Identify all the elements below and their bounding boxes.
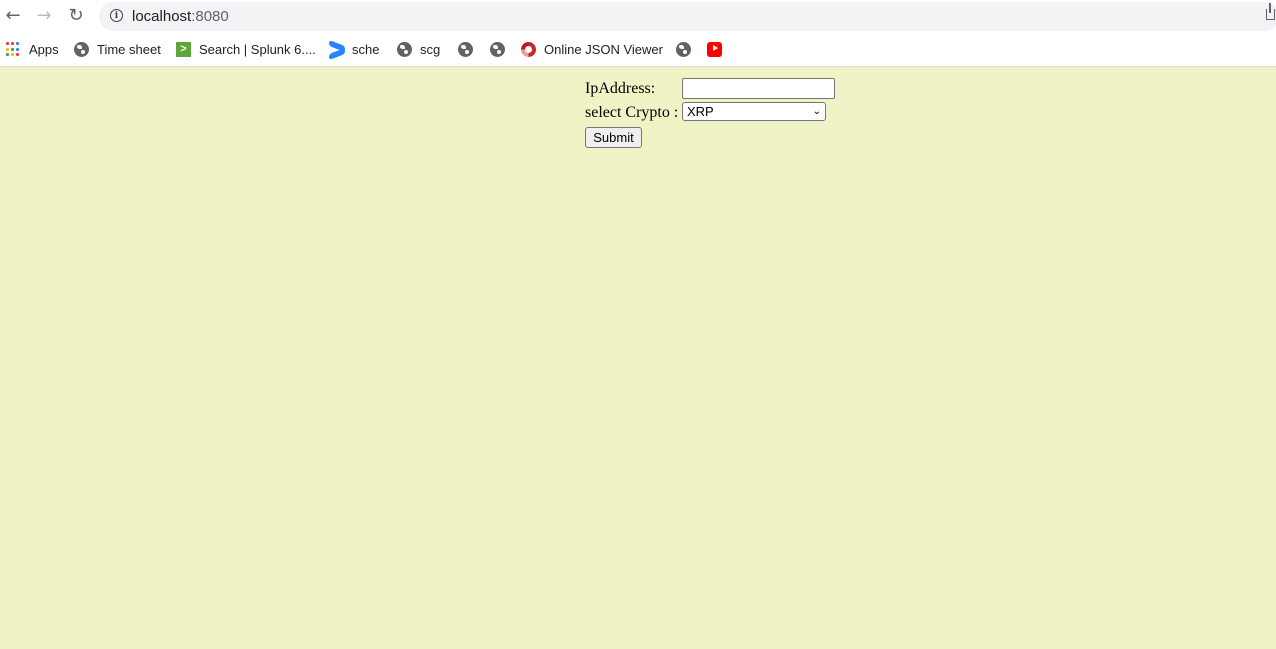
bookmark-scg[interactable]: scg xyxy=(397,40,440,58)
youtube-icon xyxy=(707,42,722,57)
bookmark-globe-3[interactable] xyxy=(676,40,699,58)
crypto-selected-value: XRP xyxy=(687,104,714,119)
browser-toolbar: ← → ↻ i localhost:8080 xyxy=(0,0,1276,33)
bookmark-label: Time sheet xyxy=(97,41,161,57)
bookmark-label: Search | Splunk 6.... xyxy=(199,41,316,57)
select-crypto-label: select Crypto : xyxy=(585,104,679,121)
bookmark-time-sheet[interactable]: Time sheet xyxy=(74,40,161,58)
address-bar[interactable]: i localhost:8080 xyxy=(99,2,1276,31)
bookmark-label: Online JSON Viewer xyxy=(544,41,663,57)
confluence-icon xyxy=(329,39,345,60)
globe-icon xyxy=(490,41,505,57)
crypto-select[interactable]: XRP ⌄ xyxy=(682,102,826,121)
globe-icon xyxy=(74,41,89,57)
url-port: :8080 xyxy=(191,8,229,25)
bookmark-label: scg xyxy=(420,41,441,57)
ip-address-label: IpAddress: xyxy=(585,80,656,97)
bookmark-apps[interactable]: Apps xyxy=(6,40,59,58)
ip-address-input[interactable] xyxy=(682,78,835,99)
share-icon[interactable] xyxy=(1266,3,1275,20)
globe-icon xyxy=(676,41,691,57)
json-viewer-icon xyxy=(521,41,536,57)
forward-button[interactable]: → xyxy=(32,5,56,27)
globe-icon xyxy=(458,41,473,57)
bookmark-globe-2[interactable] xyxy=(490,40,513,58)
apps-grid-icon xyxy=(6,42,21,57)
back-button[interactable]: ← xyxy=(1,5,25,27)
bookmark-splunk-search[interactable]: > Search | Splunk 6.... xyxy=(176,40,316,58)
reload-button[interactable]: ↻ xyxy=(64,5,88,27)
bookmark-label: sche xyxy=(352,41,380,57)
url-text[interactable]: localhost:8080 xyxy=(132,8,229,25)
bookmark-online-json-viewer[interactable]: Online JSON Viewer xyxy=(521,40,663,58)
page-content: IpAddress: select Crypto : XRP ⌄ Submit xyxy=(0,67,1276,649)
bookmark-sche[interactable]: sche xyxy=(329,39,380,60)
info-icon[interactable]: i xyxy=(110,9,123,22)
bookmarks-bar: Apps Time sheet > Search | Splunk 6.... … xyxy=(0,33,1276,67)
submit-button[interactable]: Submit xyxy=(585,127,642,148)
globe-icon xyxy=(397,41,412,57)
bookmark-globe-1[interactable] xyxy=(458,40,481,58)
splunk-icon: > xyxy=(176,41,191,57)
chevron-down-icon: ⌄ xyxy=(812,106,821,117)
bookmark-label: Apps xyxy=(29,41,59,57)
url-host: localhost xyxy=(132,8,192,25)
bookmark-youtube[interactable] xyxy=(707,40,730,58)
